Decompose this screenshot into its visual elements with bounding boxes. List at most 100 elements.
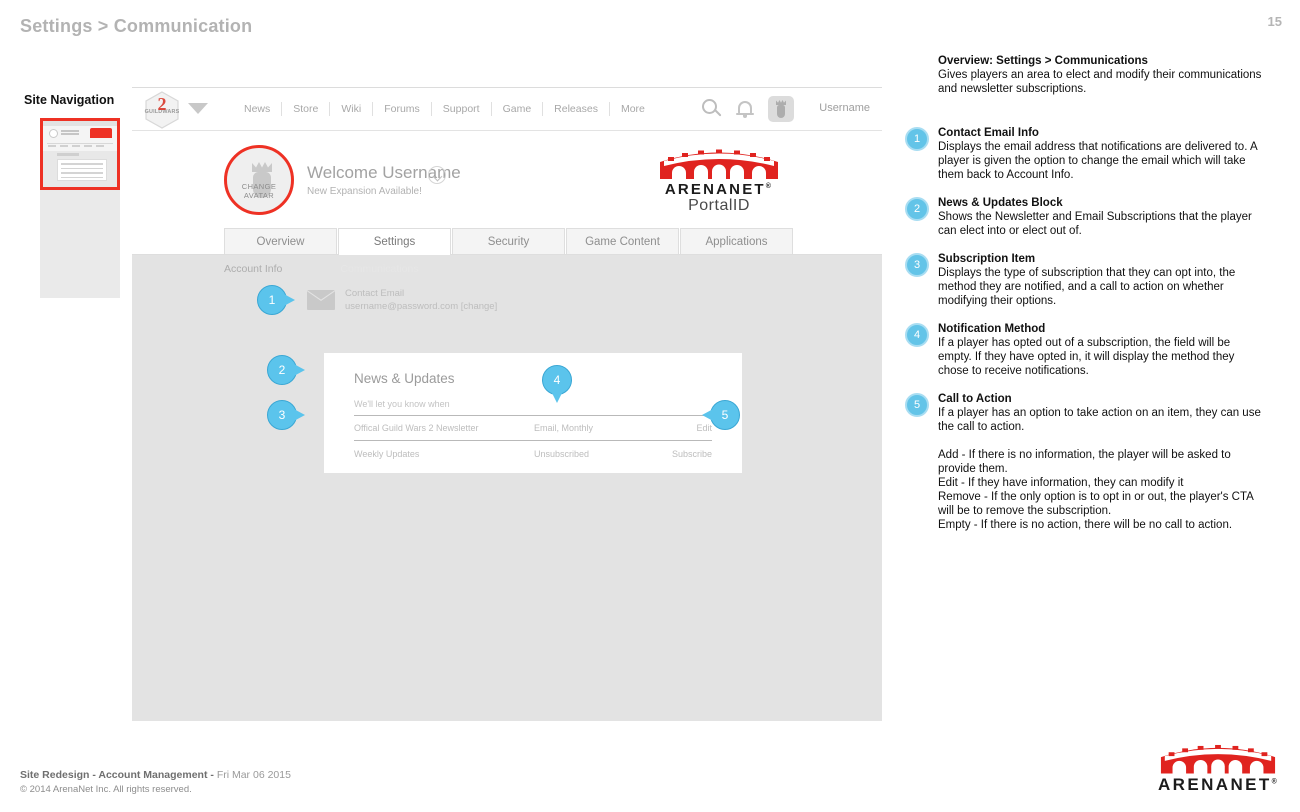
footer-arenanet-logo: ARENANET® <box>1158 744 1278 795</box>
tab-overview[interactable]: Overview <box>224 228 337 254</box>
callout-marker-3: 3 <box>267 400 305 430</box>
note-body-3: Displays the type of subscription that t… <box>938 267 1236 307</box>
note-body-5: If a player has an option to take action… <box>938 407 1261 433</box>
notifications-bell-icon[interactable] <box>736 99 754 119</box>
note-bullet-4: 4 <box>905 323 929 347</box>
footer-project-line: Site Redesign - Account Management - Fri… <box>20 769 291 781</box>
site-navigation-label: Site Navigation <box>24 93 115 107</box>
thumb-nav-divider <box>47 143 113 144</box>
subscription-name: Weekly Updates <box>354 449 420 459</box>
callout-marker-2: 2 <box>267 355 305 385</box>
envelope-icon <box>307 290 335 310</box>
arenanet-wordmark: ARENANET® <box>664 181 774 198</box>
callout-marker-1: 1 <box>257 285 295 315</box>
news-updates-subtitle: We'll let you know when <box>354 399 450 409</box>
footer-copyright: © 2014 ArenaNet Inc. All rights reserved… <box>20 784 192 795</box>
change-avatar-button[interactable]: CHANGE AVATAR <box>224 145 294 215</box>
note-item-4: 4 Notification Method If a player has op… <box>905 322 1265 378</box>
welcome-band: CHANGE AVATAR Welcome Username New Expan… <box>132 131 882 229</box>
notification-method: Unsubscribed <box>534 449 590 459</box>
callout-marker-5: 5 <box>702 400 740 430</box>
annotation-panel: Overview: Settings > Communications Give… <box>905 54 1265 546</box>
tab-applications[interactable]: Applications <box>680 228 793 254</box>
note-body-4: If a player has opted out of a subscript… <box>938 337 1235 377</box>
site-header: GUILDWARS 2 News Store Wiki Forums Suppo… <box>132 87 882 131</box>
nav-item-wiki[interactable]: Wiki <box>329 102 372 116</box>
callout-marker-4: 4 <box>542 365 572 403</box>
note-title-1: Contact Email Info <box>938 127 1039 139</box>
arenanet-arch-icon <box>1160 744 1276 774</box>
settings-content-area: Account Info Communications Contact Emai… <box>132 255 882 721</box>
wireframe-mockup: GUILDWARS 2 News Store Wiki Forums Suppo… <box>132 87 882 721</box>
site-main-nav: News Store Wiki Forums Support Game Rele… <box>232 87 656 131</box>
note-overview-title: Overview: Settings > Communications <box>938 55 1148 67</box>
note-overview-body: Gives players an area to elect and modif… <box>938 69 1262 95</box>
note-item-1: 1 Contact Email Info Displays the email … <box>905 126 1265 182</box>
thumb-nav-items <box>48 145 104 147</box>
thumb-logo-icon <box>49 129 58 138</box>
settings-subnav: Account Info Communications <box>224 263 419 275</box>
contact-email-value[interactable]: username@password.com [change] <box>345 300 497 313</box>
thumb-logo-lines <box>61 130 79 136</box>
nav-item-more[interactable]: More <box>608 102 656 116</box>
note-title-3: Subscription Item <box>938 253 1036 265</box>
search-icon[interactable] <box>702 99 722 119</box>
notification-method: Email, Monthly <box>534 423 594 433</box>
note-body-2: Shows the Newsletter and Email Subscript… <box>938 211 1252 237</box>
user-avatar-icon[interactable] <box>768 96 794 122</box>
slide-page: Settings > Communication 15 Site Navigat… <box>0 0 1300 812</box>
tab-settings[interactable]: Settings <box>338 228 451 255</box>
note-bullet-2: 2 <box>905 197 929 221</box>
nav-item-support[interactable]: Support <box>430 102 491 116</box>
arenanet-arch-icon <box>660 149 778 179</box>
page-title: Settings > Communication <box>20 16 253 36</box>
subnav-item-account-info[interactable]: Account Info <box>224 263 282 275</box>
portalid-wordmark: PortalID <box>688 197 750 214</box>
note-bullet-3: 3 <box>905 253 929 277</box>
arenanet-wordmark: ARENANET® <box>1158 775 1280 794</box>
note-body-5-extra: Add - If there is no information, the pl… <box>938 449 1254 531</box>
subnav-item-communications[interactable]: Communications <box>340 263 418 275</box>
chevron-down-icon[interactable] <box>428 166 446 184</box>
footer-date: Fri Mar 06 2015 <box>216 769 291 781</box>
thumb-brand-mark <box>90 128 112 138</box>
footer-project: Site Redesign - Account Management - <box>20 769 217 781</box>
change-avatar-label: CHANGE AVATAR <box>241 182 277 200</box>
nav-item-news[interactable]: News <box>232 102 281 116</box>
tab-game-content[interactable]: Game Content <box>566 228 679 254</box>
note-item-3: 3 Subscription Item Displays the type of… <box>905 252 1265 308</box>
news-updates-block: News & Updates We'll let you know when O… <box>324 353 742 473</box>
nav-item-forums[interactable]: Forums <box>372 102 431 116</box>
note-title-2: News & Updates Block <box>938 197 1063 209</box>
note-title-4: Notification Method <box>938 323 1046 335</box>
subscription-cta[interactable]: Subscribe <box>664 449 712 459</box>
site-navigation-thumbnail[interactable] <box>40 118 120 190</box>
thumb-topbar <box>43 121 117 126</box>
subscription-row[interactable]: Offical Guild Wars 2 Newsletter Email, M… <box>354 415 712 441</box>
thumb-card <box>57 159 107 181</box>
subscription-cta[interactable]: Edit <box>664 423 712 433</box>
news-updates-title: News & Updates <box>354 371 455 386</box>
svg-text:2: 2 <box>158 94 167 114</box>
header-username[interactable]: Username <box>819 102 870 114</box>
header-dropdown-caret-icon[interactable] <box>188 103 208 114</box>
welcome-subtitle: New Expansion Available! <box>307 186 422 197</box>
thumb-heading <box>57 153 79 156</box>
page-number: 15 <box>1267 14 1282 29</box>
contact-email-label: Contact Email <box>345 288 405 299</box>
subscription-name: Offical Guild Wars 2 Newsletter <box>354 423 479 433</box>
note-bullet-5: 5 <box>905 393 929 417</box>
nav-item-store[interactable]: Store <box>281 102 329 116</box>
nav-item-game[interactable]: Game <box>490 102 543 116</box>
subscription-row[interactable]: Weekly Updates Unsubscribed Subscribe <box>354 441 712 467</box>
note-item-5: 5 Call to Action If a player has an opti… <box>905 392 1265 532</box>
avatar-crown-icon <box>252 162 272 172</box>
account-tabs: Overview Settings Security Game Content … <box>132 228 882 255</box>
note-body-1: Displays the email address that notifica… <box>938 141 1257 181</box>
note-overview: Overview: Settings > Communications Give… <box>938 54 1265 96</box>
guild-wars-2-logo-icon[interactable]: GUILDWARS 2 <box>144 91 180 129</box>
nav-item-releases[interactable]: Releases <box>542 102 609 116</box>
note-item-2: 2 News & Updates Block Shows the Newslet… <box>905 196 1265 238</box>
contact-email-info: Contact Email username@password.com [cha… <box>307 287 497 313</box>
tab-security[interactable]: Security <box>452 228 565 254</box>
